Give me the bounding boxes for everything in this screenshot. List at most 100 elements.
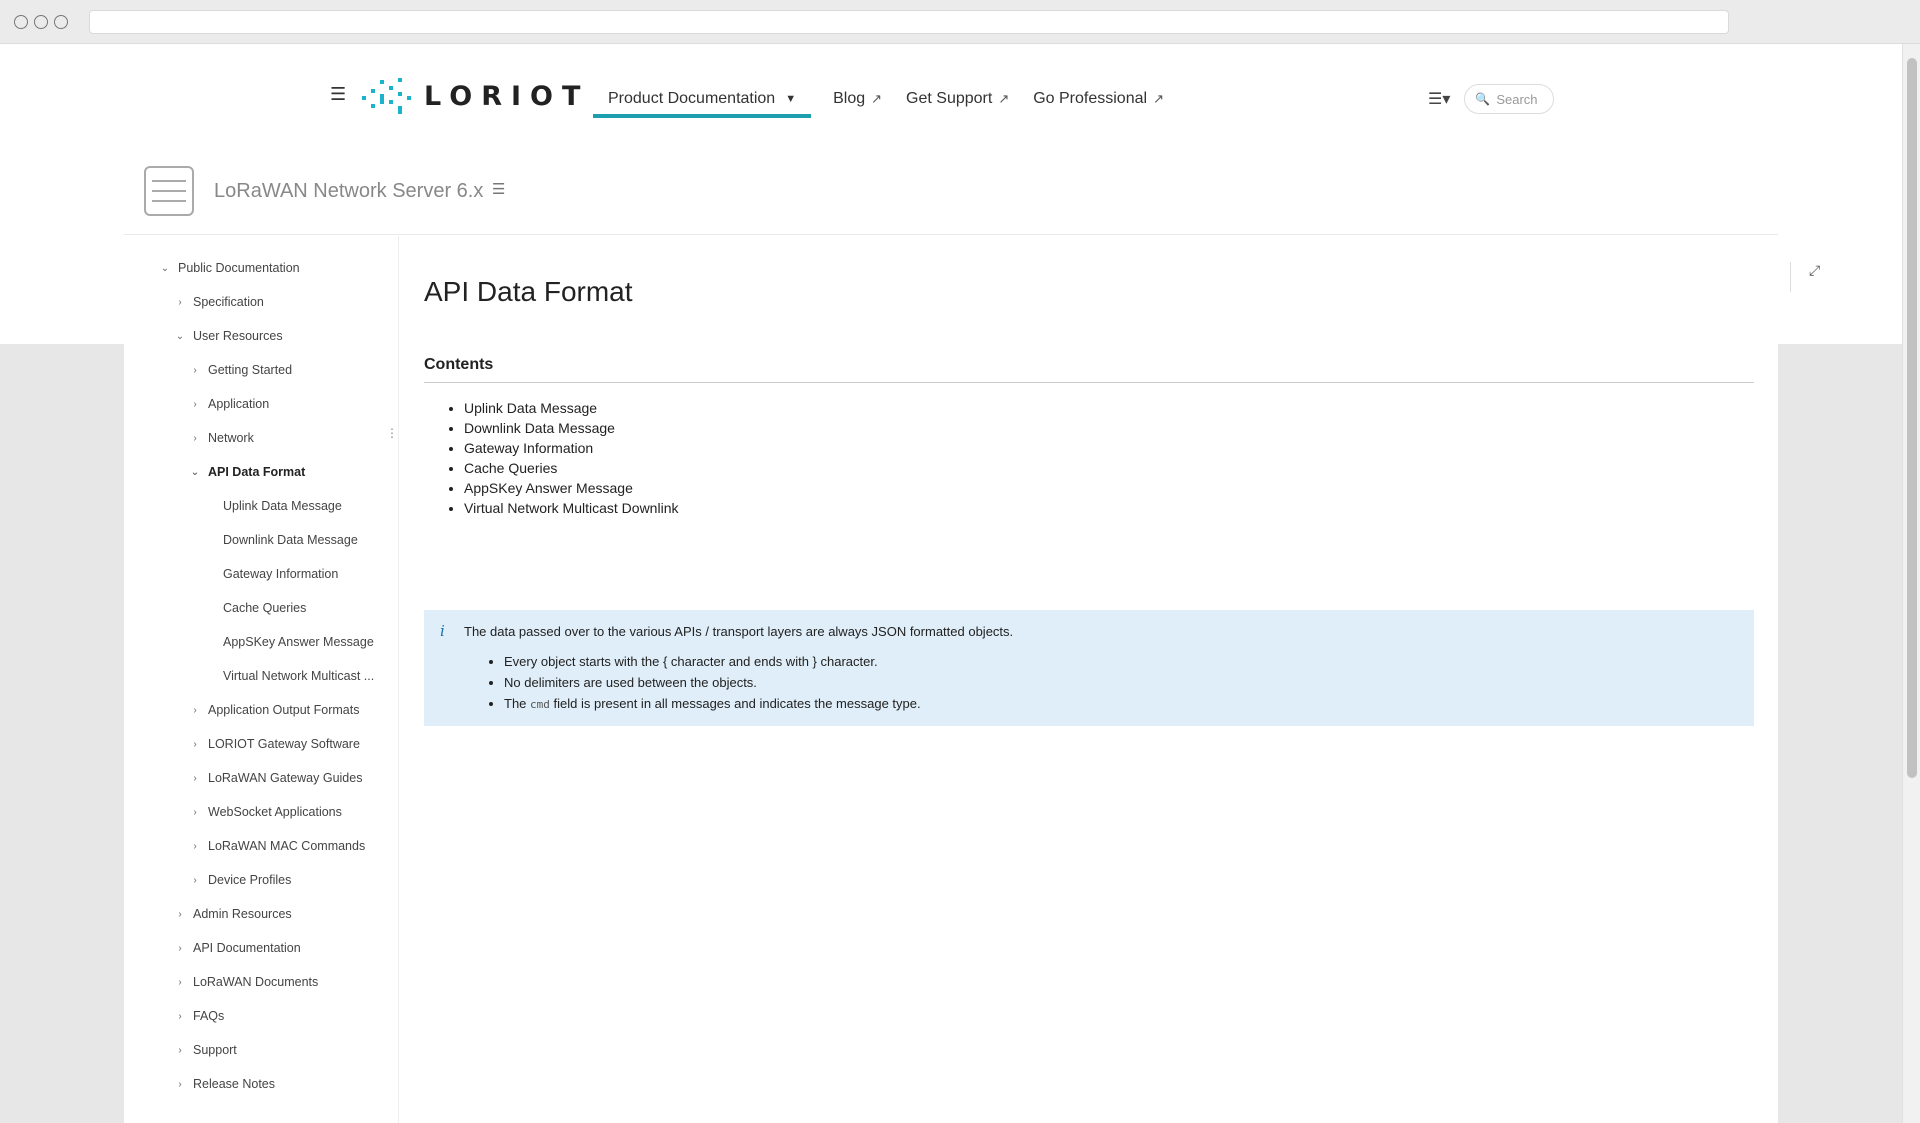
- expand-icon[interactable]: ⤢: [1790, 262, 1820, 292]
- sidebar-item[interactable]: › LoRaWAN Gateway Guides: [188, 768, 362, 788]
- chevron-right-icon: ›: [178, 942, 182, 954]
- table-of-contents: Uplink Data Message Downlink Data Messag…: [464, 398, 678, 518]
- loriot-logo[interactable]: LORIOT: [362, 74, 589, 118]
- chevron-right-icon: ›: [193, 704, 197, 716]
- documentation-card: LoRaWAN Network Server 6.x ☰ ⌄ Public Doc…: [124, 144, 1820, 1123]
- toc-link[interactable]: Virtual Network Multicast Downlink: [464, 498, 678, 518]
- chevron-right-icon: ›: [193, 738, 197, 750]
- sidebar-item[interactable]: ⌄ User Resources: [173, 326, 283, 346]
- sidebar-item[interactable]: › API Documentation: [173, 938, 301, 958]
- toc-link[interactable]: Downlink Data Message: [464, 418, 678, 438]
- viewport: ☰ LORIOT Product Documentation ▼ Blog ↗ …: [0, 44, 1902, 1123]
- sidebar-item[interactable]: › Network: [188, 428, 254, 448]
- toc-link[interactable]: AppSKey Answer Message: [464, 478, 678, 498]
- space-menu-icon[interactable]: ☰: [492, 180, 505, 198]
- nav-product-documentation[interactable]: Product Documentation ▼: [593, 84, 812, 118]
- nav-blog[interactable]: Blog ↗: [831, 84, 884, 114]
- sidebar-item-label: LoRaWAN MAC Commands: [208, 839, 366, 853]
- toc-link[interactable]: Gateway Information: [464, 438, 678, 458]
- nav-go-professional[interactable]: Go Professional ↗: [1031, 84, 1166, 114]
- sidebar-resize-handle-icon[interactable]: ⋮: [386, 426, 398, 440]
- sidebar-item-label: Virtual Network Multicast ...: [223, 669, 375, 683]
- chevron-right-icon: ›: [193, 398, 197, 410]
- info-text: The data passed over to the various APIs…: [464, 624, 1014, 639]
- chevron-right-icon: ›: [193, 364, 197, 376]
- sidebar-item[interactable]: Gateway Information: [203, 564, 338, 584]
- sidebar-item[interactable]: › Device Profiles: [188, 870, 291, 890]
- list-menu-icon[interactable]: ☰▾: [1428, 89, 1450, 109]
- external-link-icon: ↗: [1153, 91, 1164, 106]
- sidebar-item[interactable]: › Application: [188, 394, 269, 414]
- sidebar-item[interactable]: › LoRaWAN Documents: [173, 972, 318, 992]
- sidebar-item-label: Application: [208, 397, 270, 411]
- sidebar-item[interactable]: › Release Notes: [173, 1074, 275, 1094]
- address-bar[interactable]: [89, 10, 1729, 34]
- info-bullet: No delimiters are used between the objec…: [504, 672, 1754, 693]
- sidebar-item[interactable]: Downlink Data Message: [203, 530, 358, 550]
- toc-link[interactable]: Cache Queries: [464, 458, 678, 478]
- sidebar-item[interactable]: › Getting Started: [188, 360, 292, 380]
- sidebar-item[interactable]: › Admin Resources: [173, 904, 291, 924]
- sidebar-item-label: Device Profiles: [208, 873, 292, 887]
- sidebar-item[interactable]: › Specification: [173, 292, 264, 312]
- search-input[interactable]: 🔍 Search: [1464, 84, 1555, 114]
- sidebar-item[interactable]: Uplink Data Message: [203, 496, 342, 516]
- search-icon: 🔍: [1475, 92, 1491, 106]
- sidebar-item[interactable]: › FAQs: [173, 1006, 224, 1026]
- sidebar-item-label: User Resources: [193, 329, 283, 343]
- sidebar-item[interactable]: › WebSocket Applications: [188, 802, 342, 822]
- info-icon: i: [440, 622, 445, 640]
- sidebar-item-label: Cache Queries: [223, 601, 307, 615]
- chevron-right-icon: ›: [193, 432, 197, 444]
- main-nav: Product Documentation ▼ Blog ↗ Get Suppo…: [593, 84, 1186, 118]
- sidebar-item[interactable]: › Support: [173, 1040, 237, 1060]
- chevron-down-icon: ⌄: [175, 330, 185, 342]
- header-tools: ☰▾ 🔍 Search: [1428, 84, 1555, 114]
- sidebar-item-label: Support: [193, 1043, 237, 1057]
- scrollbar[interactable]: [1902, 44, 1920, 1123]
- sidebar-item-label: FAQs: [193, 1009, 225, 1023]
- sidebar-item-label: Release Notes: [193, 1077, 275, 1091]
- sidebar-item[interactable]: Cache Queries: [203, 598, 306, 618]
- sidebar-item-label: LoRaWAN Gateway Guides: [208, 771, 363, 785]
- nav-get-support[interactable]: Get Support ↗: [904, 84, 1011, 114]
- chevron-right-icon: ›: [178, 1078, 182, 1090]
- chevron-down-icon: ⌄: [160, 262, 170, 274]
- sidebar-item[interactable]: › LORIOT Gateway Software: [188, 734, 360, 754]
- chevron-down-icon: ⌄: [190, 466, 200, 478]
- chevron-right-icon: ›: [178, 976, 182, 988]
- chevron-right-icon: ›: [178, 908, 182, 920]
- site-header: ☰ LORIOT Product Documentation ▼ Blog ↗ …: [0, 44, 1902, 144]
- logo-text: LORIOT: [424, 80, 590, 112]
- sidebar-item[interactable]: Virtual Network Multicast ...: [203, 666, 374, 686]
- browser-chrome: [0, 0, 1920, 44]
- page-title: API Data Format: [424, 276, 633, 307]
- chevron-right-icon: ›: [193, 772, 197, 784]
- window-minimize-icon[interactable]: [34, 15, 48, 29]
- sidebar-item-label: Specification: [193, 295, 264, 309]
- page-tree: ⌄ Public Documentation › Specification ⌄ User…: [124, 236, 399, 1123]
- window-close-icon[interactable]: [14, 15, 28, 29]
- hamburger-icon[interactable]: ☰: [330, 84, 346, 105]
- sidebar-item-label: LORIOT Gateway Software: [208, 737, 360, 751]
- sidebar-item-label: API Data Format: [208, 465, 306, 479]
- window-maximize-icon[interactable]: [54, 15, 68, 29]
- sidebar-item-label: API Documentation: [193, 941, 301, 955]
- sidebar-item[interactable]: ⌄ API Data Format: [188, 462, 305, 482]
- space-title[interactable]: LoRaWAN Network Server 6.x: [214, 180, 483, 203]
- sidebar-item[interactable]: › Application Output Formats: [188, 700, 359, 720]
- external-link-icon: ↗: [871, 91, 883, 106]
- sidebar-item[interactable]: ⌄ Public Documentation: [158, 258, 300, 278]
- sidebar-item-label: Downlink Data Message: [223, 533, 358, 547]
- server-icon: [144, 166, 194, 216]
- scrollbar-thumb[interactable]: [1907, 58, 1917, 778]
- info-bullet: The cmd field is present in all messages…: [504, 693, 1754, 715]
- toc-link[interactable]: Uplink Data Message: [464, 398, 678, 418]
- sidebar-item[interactable]: AppSKey Answer Message: [203, 632, 374, 652]
- logo-mark-icon: [362, 74, 412, 118]
- sidebar-item-label: AppSKey Answer Message: [223, 635, 374, 649]
- sidebar-item-label: Getting Started: [208, 363, 293, 377]
- sidebar-item-label: Application Output Formats: [208, 703, 360, 717]
- chevron-right-icon: ›: [193, 806, 197, 818]
- sidebar-item[interactable]: › LoRaWAN MAC Commands: [188, 836, 365, 856]
